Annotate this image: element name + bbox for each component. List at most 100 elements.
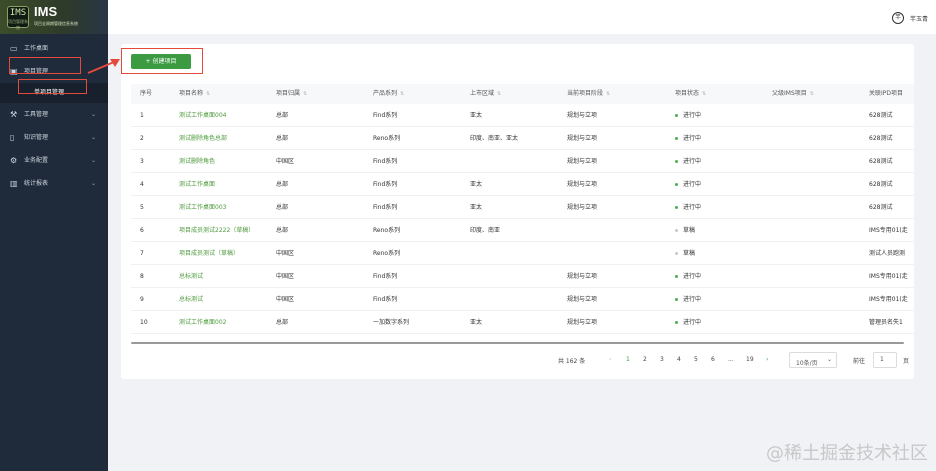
pagination-page[interactable]: 6 bbox=[711, 356, 715, 363]
column-header-series[interactable]: 产品系列 ⇅ bbox=[364, 84, 461, 104]
column-header-parent[interactable]: 父级IMS项目 ⇅ bbox=[763, 84, 860, 104]
sidebar-item-tool-management[interactable]: ⚒ 工具管理 ⌄ bbox=[0, 103, 108, 126]
pagination-page[interactable]: 4 bbox=[677, 356, 681, 363]
folder-icon: ▣ bbox=[10, 67, 18, 76]
status-text: 进行中 bbox=[683, 112, 702, 119]
table-row[interactable]: 2 测试删除角色总部 总部 Reno系列 印度、南亚、亚太 规划与立项 进行中 628测试 bbox=[131, 127, 914, 150]
cell-region: 印度、南亚 bbox=[470, 227, 501, 234]
cell-project-name[interactable]: 测试工作桌面003 bbox=[170, 196, 267, 218]
sort-icon[interactable]: ⇅ bbox=[400, 91, 404, 97]
avatar[interactable]: 芊 bbox=[892, 12, 904, 24]
cell-series: Find系列 bbox=[373, 296, 398, 303]
column-header-owner[interactable]: 项目归属 ⇅ bbox=[267, 84, 364, 104]
sort-icon[interactable]: ⇅ bbox=[606, 91, 610, 97]
table-row[interactable]: 5 测试工作桌面003 总部 Find系列 亚太 规划与立项 进行中 628测试 bbox=[131, 196, 914, 219]
sidebar-item-label: 业务配置 bbox=[24, 157, 49, 164]
cell-parent bbox=[763, 150, 860, 172]
status-text: 进行中 bbox=[683, 181, 702, 188]
table-row[interactable]: 8 总标测试 中国区 Find系列 规划与立项 进行中 IMS专用01(走 bbox=[131, 265, 914, 288]
cell-owner: 总部 bbox=[276, 204, 289, 211]
cell-project-name[interactable]: 测试工作桌面004 bbox=[170, 104, 267, 126]
logo-badge-subtext: 项目管理系统 bbox=[8, 19, 28, 30]
status-dot-icon bbox=[675, 160, 678, 163]
column-header-status[interactable]: 项目状态 ⇅ bbox=[666, 84, 763, 104]
sort-icon[interactable]: ⇅ bbox=[810, 91, 814, 97]
status-dot-icon bbox=[675, 206, 678, 209]
cell-no: 3 bbox=[140, 158, 144, 165]
status-text: 进行中 bbox=[683, 296, 702, 303]
cell-no: 2 bbox=[140, 135, 144, 142]
goto-page-input[interactable]: 1 bbox=[873, 352, 897, 368]
column-header-region[interactable]: 上市区域 ⇅ bbox=[461, 84, 558, 104]
cell-series: Find系列 bbox=[373, 112, 398, 119]
cell-project-name[interactable]: 项目成员测试（草稿） bbox=[170, 242, 267, 264]
cell-project-name[interactable]: 测试删除角色总部 bbox=[170, 127, 267, 149]
cell-series: Reno系列 bbox=[373, 135, 401, 142]
sidebar-item-knowledge-management[interactable]: ▯ 知识管理 ⌄ bbox=[0, 126, 108, 149]
column-header-label: 产品系列 bbox=[373, 90, 398, 97]
pagination-page[interactable]: 5 bbox=[694, 356, 698, 363]
column-header-label: 项目归属 bbox=[276, 90, 301, 97]
sort-icon[interactable]: ⇅ bbox=[206, 91, 210, 97]
cell-series: 一加数字系列 bbox=[373, 319, 410, 326]
table-row[interactable]: 4 测试工作桌面 总部 Find系列 亚太 规划与立项 进行中 628测试 bbox=[131, 173, 914, 196]
table-row[interactable]: 1 测试工作桌面004 总部 Find系列 亚太 规划与立项 进行中 628测试 bbox=[131, 104, 914, 127]
sidebar-item-label: 项目管理 bbox=[24, 68, 49, 75]
horizontal-scrollbar[interactable] bbox=[131, 342, 904, 344]
cell-parent bbox=[763, 173, 860, 195]
page-size-value: 10条/页 bbox=[796, 360, 818, 367]
pagination-page[interactable]: 3 bbox=[660, 356, 664, 363]
cell-parent bbox=[763, 265, 860, 287]
column-header-label: 关联IPD项目 bbox=[869, 90, 904, 97]
page-size-select[interactable]: 10条/页 ⌄ bbox=[789, 352, 837, 368]
pagination-page[interactable]: 2 bbox=[643, 356, 647, 363]
sidebar-item-business-config[interactable]: ⚙ 业务配置 ⌄ bbox=[0, 149, 108, 172]
column-header-ipd: 关联IPD项目 bbox=[860, 84, 914, 104]
monitor-icon: ▭ bbox=[10, 44, 18, 53]
sidebar-item-statistics[interactable]: ▥ 统计报表 ⌄ bbox=[0, 172, 108, 195]
pagination-ellipsis[interactable]: ... bbox=[728, 356, 734, 363]
column-header-name[interactable]: 项目名称 ⇅ bbox=[170, 84, 267, 104]
cell-region: 印度、南亚、亚太 bbox=[470, 135, 519, 142]
table-row[interactable]: 10 测试工作桌面002 总部 一加数字系列 亚太 规划与立项 进行中 管理员名失1 bbox=[131, 311, 914, 334]
sort-icon[interactable]: ⇅ bbox=[702, 91, 706, 97]
cell-project-name[interactable]: 项目成员测试2222（草稿） bbox=[170, 219, 267, 241]
app-title: IMS bbox=[34, 4, 58, 19]
cell-parent bbox=[763, 311, 860, 333]
sidebar-subitem-single-project[interactable]: 单项目管理 bbox=[0, 83, 108, 103]
sort-icon[interactable]: ⇅ bbox=[497, 91, 501, 97]
table-row[interactable]: 9 总标测试 中国区 Find系列 规划与立项 进行中 IMS专用01(走 bbox=[131, 288, 914, 311]
cell-project-name[interactable]: 总标测试 bbox=[170, 288, 267, 310]
create-project-button[interactable]: + 创建项目 bbox=[131, 54, 191, 69]
table-row[interactable]: 3 测试删除角色 中国区 Find系列 规划与立项 进行中 628测试 bbox=[131, 150, 914, 173]
pagination-next-icon[interactable]: › bbox=[766, 356, 768, 363]
pagination-prev-icon[interactable]: ‹ bbox=[609, 356, 611, 363]
cell-project-name[interactable]: 测试工作桌面 bbox=[170, 173, 267, 195]
cell-owner: 中国区 bbox=[276, 158, 295, 165]
column-header-label: 项目名称 bbox=[179, 90, 204, 97]
cell-project-name[interactable]: 总标测试 bbox=[170, 265, 267, 287]
sidebar-item-label: 工作桌面 bbox=[24, 45, 49, 52]
sort-icon[interactable]: ⇅ bbox=[303, 91, 307, 97]
column-header-label: 父级IMS项目 bbox=[772, 90, 807, 97]
cell-status: 进行中 bbox=[666, 265, 763, 287]
table-row[interactable]: 7 项目成员测试（草稿） 中国区 Reno系列 草稿 测试人员跑测 bbox=[131, 242, 914, 265]
pagination-page[interactable]: 1 bbox=[626, 356, 630, 363]
cell-region: 亚太 bbox=[470, 319, 483, 326]
cell-status: 进行中 bbox=[666, 173, 763, 195]
cell-project-name[interactable]: 测试工作桌面002 bbox=[170, 311, 267, 333]
column-header-stage[interactable]: 当前项目阶段 ⇅ bbox=[558, 84, 666, 104]
cell-series: Find系列 bbox=[373, 204, 398, 211]
pagination-page[interactable]: 19 bbox=[746, 356, 754, 363]
status-text: 进行中 bbox=[683, 319, 702, 326]
user-name[interactable]: 芊玉青 bbox=[910, 14, 928, 23]
cell-owner: 中国区 bbox=[276, 250, 295, 257]
goto-label: 前往 bbox=[853, 358, 866, 365]
annotation-arrow-icon bbox=[87, 59, 120, 74]
column-header-label: 上市区域 bbox=[470, 90, 495, 97]
table-row[interactable]: 6 项目成员测试2222（草稿） 总部 Reno系列 印度、南亚 草稿 IMS专用01(走 bbox=[131, 219, 914, 242]
cell-stage: 规划与立项 bbox=[567, 112, 598, 119]
cell-ipd: 628测试 bbox=[869, 181, 893, 188]
cell-project-name[interactable]: 测试删除角色 bbox=[170, 150, 267, 172]
cell-parent bbox=[763, 242, 860, 264]
